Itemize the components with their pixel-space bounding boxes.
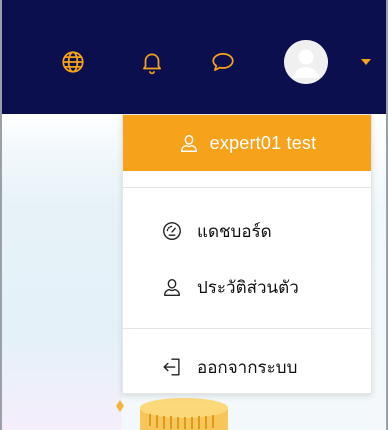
user-dropdown-menu: expert01 test แดชบอร์ด ประวัติส่วนตัว ออ… [122, 114, 372, 394]
menu-divider [123, 187, 371, 188]
menu-divider [123, 328, 371, 329]
menu-item-profile[interactable]: ประวัติส่วนตัว [123, 265, 371, 309]
page-background-right [372, 114, 388, 430]
avatar[interactable] [284, 40, 328, 84]
dashboard-gauge-icon [163, 222, 181, 240]
logout-icon [163, 358, 180, 376]
menu-item-logout[interactable]: ออกจากระบบ [123, 345, 371, 389]
menu-item-label: ออกจากระบบ [197, 357, 298, 378]
chevron-down-icon[interactable] [361, 59, 371, 65]
user-menu-header[interactable]: expert01 test [123, 115, 371, 171]
user-icon [180, 134, 197, 152]
menu-item-label: แดชบอร์ด [197, 221, 272, 242]
page-background-left [0, 114, 122, 430]
top-navbar [0, 0, 388, 114]
user-name: expert01 test [209, 132, 317, 153]
bell-icon[interactable] [139, 49, 165, 75]
menu-item-dashboard[interactable]: แดชบอร์ด [123, 209, 371, 253]
user-icon [163, 278, 181, 296]
chat-bubble-icon[interactable] [210, 49, 236, 75]
menu-item-label: ประวัติส่วนตัว [197, 277, 299, 298]
globe-icon[interactable] [60, 49, 86, 75]
